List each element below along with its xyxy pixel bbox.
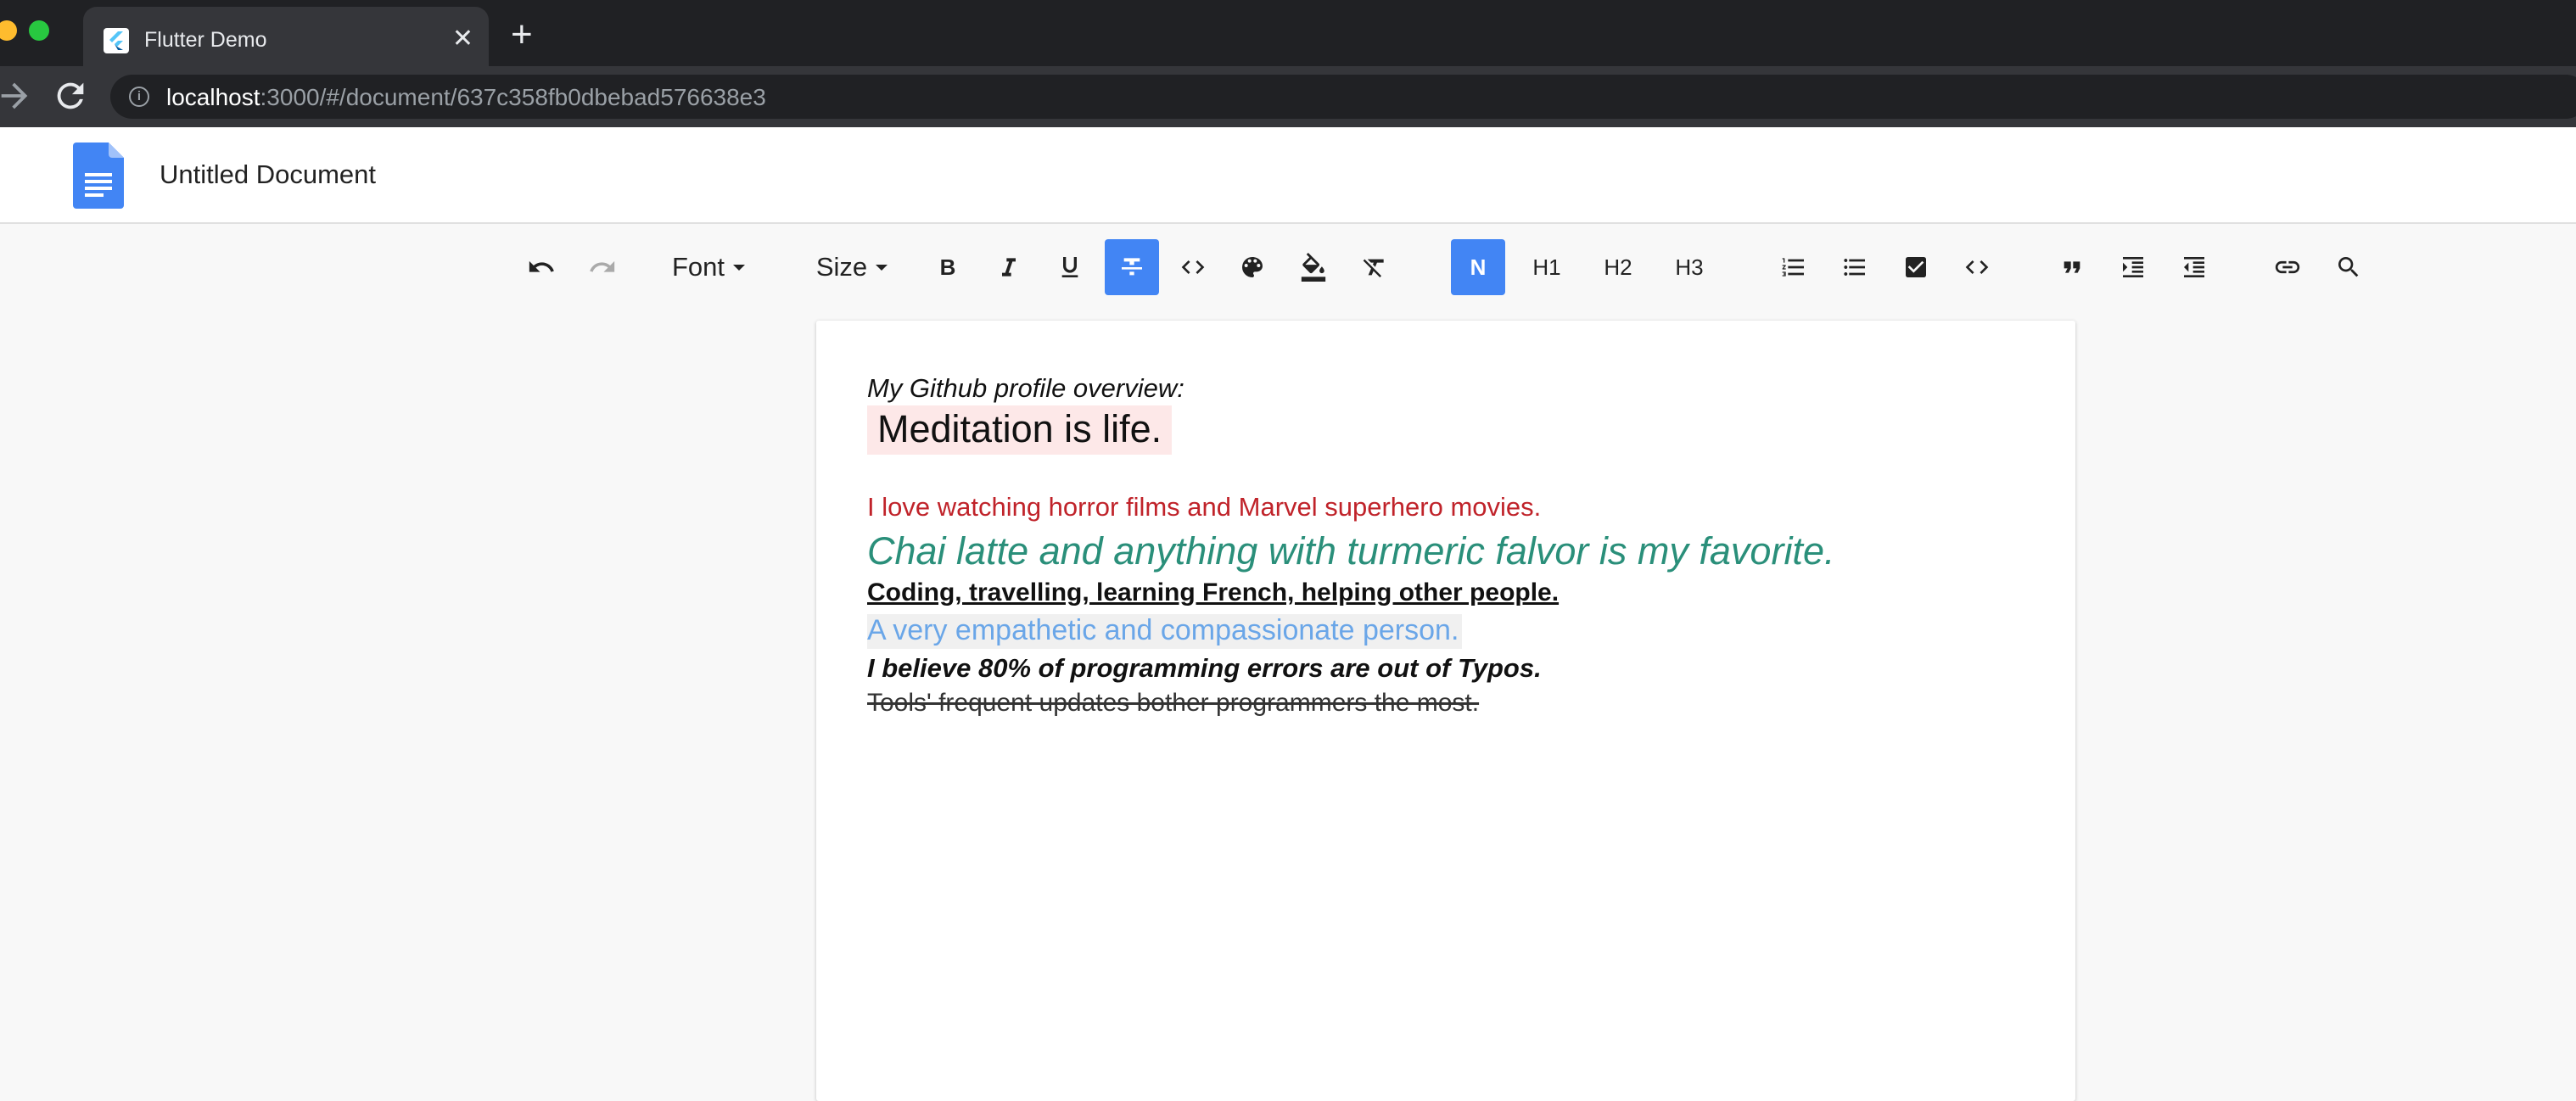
browser-tab[interactable]: Flutter Demo ✕	[83, 7, 489, 66]
doc-line-6[interactable]: A very empathetic and compassionate pers…	[867, 614, 1463, 649]
doc-line-5[interactable]: Coding, travelling, learning French, hel…	[867, 578, 1559, 607]
numbered-list-button[interactable]	[1773, 239, 1814, 295]
forward-button[interactable]	[0, 76, 34, 115]
bold-button[interactable]: B	[928, 239, 967, 295]
checkbox-icon	[1906, 257, 1926, 277]
browser-toolbar: i localhost:3000/#/document/637c358fb0db…	[0, 66, 2576, 127]
background-color-button[interactable]	[1293, 239, 1334, 295]
underline-button[interactable]	[1050, 239, 1089, 295]
url-host: localhost	[166, 84, 260, 110]
tab-title: Flutter Demo	[144, 28, 267, 52]
flutter-favicon-icon	[104, 28, 129, 53]
link-icon	[2275, 260, 2300, 274]
doc-line-7[interactable]: I believe 80% of programming errors are …	[867, 653, 1542, 684]
checklist-button[interactable]	[1896, 239, 1936, 295]
document-page[interactable]: My Github profile overview: Meditation i…	[816, 321, 2075, 1101]
clear-format-button[interactable]	[1354, 239, 1395, 295]
close-tab-icon[interactable]: ✕	[452, 25, 473, 53]
doc-line-4[interactable]: Chai latte and anything with turmeric fa…	[867, 529, 1834, 573]
italic-button[interactable]	[989, 239, 1028, 295]
strikethrough-button[interactable]	[1105, 239, 1159, 295]
bulleted-list-button[interactable]	[1834, 239, 1875, 295]
quote-icon	[2064, 261, 2080, 273]
outdent-button[interactable]	[2174, 239, 2215, 295]
url-text: localhost:3000/#/document/637c358fb0dbeb…	[166, 84, 766, 111]
search-icon	[2338, 257, 2359, 277]
underline-icon	[1061, 257, 1078, 277]
heading-2-button[interactable]: H2	[1597, 239, 1639, 295]
outdent-icon	[2184, 257, 2204, 277]
normal-text-button[interactable]: N	[1451, 239, 1505, 295]
search-button[interactable]	[2328, 239, 2369, 295]
redo-button[interactable]	[582, 239, 623, 295]
url-path: :3000/#/document/637c358fb0dbebad576638e…	[260, 84, 766, 110]
minimize-window-button[interactable]	[0, 20, 17, 41]
text-color-button[interactable]	[1232, 239, 1273, 295]
indent-icon	[2123, 257, 2143, 277]
doc-line-2[interactable]: Meditation is life.	[867, 405, 1173, 455]
inline-code-button[interactable]	[1173, 239, 1213, 295]
size-dropdown[interactable]: Size	[808, 239, 896, 295]
doc-line-3[interactable]: I love watching horror films and Marvel …	[867, 492, 1541, 523]
doc-line-1[interactable]: My Github profile overview:	[867, 373, 1184, 404]
reload-icon	[57, 82, 84, 109]
site-info-icon[interactable]: i	[129, 87, 149, 107]
redo-icon	[590, 260, 615, 272]
doc-line-8[interactable]: Tools' frequent updates bother programme…	[867, 689, 1479, 718]
browser-tab-strip: Flutter Demo ✕ +	[0, 0, 2576, 66]
new-tab-button[interactable]: +	[511, 14, 533, 55]
code-icon	[1181, 260, 1205, 274]
code-block-button[interactable]	[1957, 239, 1997, 295]
size-dropdown-label: Size	[815, 252, 868, 282]
format-clear-icon	[1363, 259, 1384, 277]
caret-down-icon	[733, 264, 746, 271]
font-dropdown[interactable]: Font	[662, 239, 755, 295]
maximize-window-button[interactable]	[29, 20, 49, 41]
app-bar: Untitled Document	[0, 127, 2576, 224]
google-docs-icon	[73, 143, 124, 209]
caret-down-icon	[876, 264, 888, 271]
code-icon	[1965, 260, 1989, 274]
font-dropdown-label: Font	[671, 252, 725, 282]
quote-button[interactable]	[2052, 239, 2092, 295]
numbered-list-icon	[1782, 258, 1804, 277]
fill-color-icon	[1301, 253, 1326, 282]
undo-icon	[529, 260, 554, 272]
undo-button[interactable]	[521, 239, 562, 295]
palette-icon	[1242, 257, 1263, 277]
link-button[interactable]	[2267, 239, 2308, 295]
address-bar[interactable]: i localhost:3000/#/document/637c358fb0db…	[110, 75, 2576, 119]
indent-button[interactable]	[2113, 239, 2153, 295]
arrow-forward-icon	[1, 82, 28, 109]
strikethrough-icon	[1122, 258, 1142, 276]
reload-button[interactable]	[51, 76, 90, 115]
heading-1-button[interactable]: H1	[1526, 239, 1568, 295]
document-title[interactable]: Untitled Document	[160, 159, 376, 190]
italic-icon	[1002, 258, 1016, 277]
heading-3-button[interactable]: H3	[1668, 239, 1711, 295]
bulleted-list-icon	[1844, 259, 1865, 276]
